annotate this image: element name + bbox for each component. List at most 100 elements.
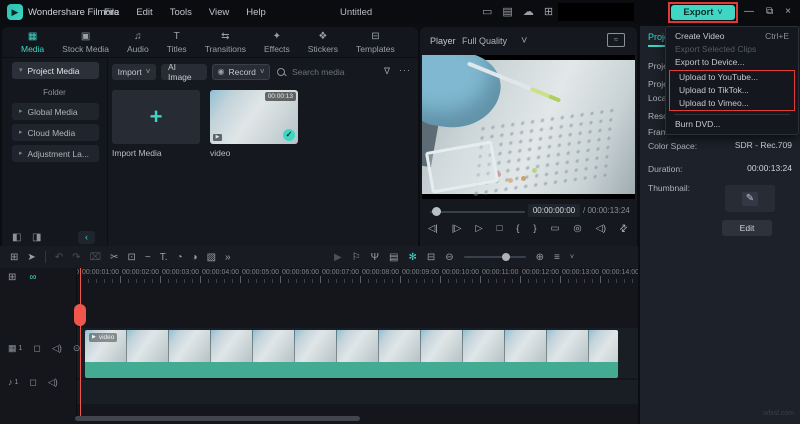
new-folder-icon[interactable]: ◧ <box>12 233 21 243</box>
tab-media[interactable]: ▦ Media <box>12 31 53 54</box>
menu-item-create-video[interactable]: Create Video Ctrl+E <box>666 30 798 43</box>
sidebar-item-cloud-media[interactable]: ▸ Cloud Media <box>12 124 99 141</box>
collapse-panel-icon[interactable]: ‹ <box>78 231 95 244</box>
edit-button[interactable]: Edit <box>722 220 772 236</box>
lock-icon[interactable]: ◻ <box>29 378 36 387</box>
tab-audio[interactable]: ♫ Audio <box>118 31 158 54</box>
scrubber-track[interactable] <box>430 211 525 213</box>
menu-view[interactable]: View <box>209 7 229 18</box>
zoom-in-icon[interactable]: ⊕ <box>536 252 544 263</box>
scopes-icon[interactable]: ≈ <box>607 33 625 47</box>
marker-icon[interactable]: ⚐ <box>352 252 361 263</box>
ai-image-button[interactable]: AI Image <box>161 62 207 82</box>
timeline-horizontal-scrollbar[interactable] <box>75 416 360 421</box>
mirror-display-icon[interactable]: ▭ <box>550 223 559 234</box>
video-track-icon[interactable]: ▦ <box>8 344 17 353</box>
tab-templates[interactable]: ⊟ Templates <box>347 31 404 54</box>
folder-icon[interactable]: ◨ <box>32 233 41 243</box>
timeline-video-clip[interactable]: ▶ video <box>85 330 618 378</box>
import-button[interactable]: Import ˅ <box>112 64 156 80</box>
record-button[interactable]: ◉ Record ˅ <box>212 64 270 80</box>
mixer-icon[interactable]: ▤ <box>389 252 398 263</box>
save-icon[interactable]: ▤ <box>502 6 512 18</box>
tab-stickers[interactable]: ❖ Stickers <box>299 31 347 54</box>
clip-thumbnail <box>547 330 589 362</box>
tab-stock-media[interactable]: ▣ Stock Media <box>53 31 118 54</box>
sidebar-item-global-media[interactable]: ▸ Global Media <box>12 103 99 120</box>
split-icon[interactable]: ✂ <box>110 252 118 263</box>
stop-icon[interactable]: □ <box>497 223 503 234</box>
more-options-icon[interactable]: ··· <box>399 66 411 75</box>
close-icon[interactable]: × <box>785 7 791 17</box>
minimize-icon[interactable]: — <box>744 7 754 17</box>
audio-track-lane[interactable] <box>77 380 638 404</box>
mute-icon[interactable]: ◁) <box>52 344 62 353</box>
lock-icon[interactable]: ◻ <box>33 344 40 353</box>
text-tool-icon[interactable]: T. <box>160 252 168 263</box>
layout-icon[interactable]: ▭ <box>482 6 492 18</box>
zoom-slider-handle[interactable] <box>501 253 510 261</box>
search-input[interactable] <box>290 66 389 78</box>
cloud-upload-icon[interactable]: ☁ <box>523 6 534 18</box>
menu-help[interactable]: Help <box>246 7 266 18</box>
menu-item-upload-to-vimeo-[interactable]: Upload to Vimeo... <box>670 97 794 110</box>
menu-item-export-to-device-[interactable]: Export to Device... <box>666 56 798 69</box>
crop-icon[interactable]: ⊡ <box>127 252 135 263</box>
sidebar-item-project-media[interactable]: ▾ Project Media <box>12 62 99 79</box>
mark-out-icon[interactable]: } <box>533 223 536 234</box>
ruler-label: 00:00:08:00 <box>362 269 399 276</box>
restore-icon[interactable]: ⧉ <box>766 7 773 17</box>
speed-icon[interactable]: ◔ <box>177 252 183 263</box>
scrubber-handle[interactable] <box>432 207 441 216</box>
titlebar-quick-icons: ▭ ▤ ☁ ⊞ <box>482 0 553 24</box>
menu-item-burn-dvd-[interactable]: Burn DVD... <box>666 118 798 131</box>
play-icon[interactable]: ▷ <box>475 223 482 234</box>
add-track-icon[interactable]: ⊞ <box>8 272 16 283</box>
import-media-tile[interactable]: + <box>112 90 200 144</box>
tab-label: Media <box>21 43 45 54</box>
menu-item-shortcut: Ctrl+E <box>765 31 789 41</box>
toolbox-icon[interactable]: ⊞ <box>10 252 18 263</box>
playhead-line[interactable] <box>80 268 81 416</box>
zoom-out-icon[interactable]: ⊖ <box>445 252 453 263</box>
link-icon[interactable]: ∞ <box>29 272 36 283</box>
mark-in-icon[interactable]: { <box>516 223 519 234</box>
snapshot-icon[interactable]: ◎ <box>573 223 581 234</box>
menu-item-upload-to-tiktok-[interactable]: Upload to TikTok... <box>670 84 794 97</box>
chroma-key-icon[interactable]: ▧ <box>207 252 216 263</box>
menu-edit[interactable]: Edit <box>136 7 152 18</box>
workspace-icon[interactable]: ⊞ <box>544 6 553 18</box>
step-back-icon[interactable]: ◁| <box>428 223 438 234</box>
sidebar-item-adjustment-la-[interactable]: ▸ Adjustment La... <box>12 145 99 162</box>
keyframe-icon[interactable]: ✻ <box>408 252 416 263</box>
tab-effects[interactable]: ✦ Effects <box>255 31 299 54</box>
speed-ramp-icon[interactable]: ~ <box>145 252 151 263</box>
export-button[interactable]: Export ˅ <box>671 5 735 20</box>
music-track-icon[interactable]: ♪ <box>8 378 13 387</box>
mute-icon[interactable]: ◁) <box>48 378 58 387</box>
preview-quality-icon[interactable]: ⊟ <box>427 252 435 263</box>
select-tool-icon[interactable]: ➤ <box>27 252 35 263</box>
thumbnail-edit-box[interactable]: ✎ <box>725 185 775 212</box>
menu-tools[interactable]: Tools <box>170 7 192 18</box>
zoom-slider[interactable] <box>463 253 526 261</box>
more-tools-icon[interactable]: » <box>225 252 231 263</box>
speaker-icon[interactable]: ◁) <box>596 223 606 234</box>
voiceover-icon[interactable]: Ψ <box>371 252 379 263</box>
step-forward-icon[interactable]: |▷ <box>452 223 462 234</box>
caret-right-icon: ▸ <box>19 150 23 157</box>
tab-transitions[interactable]: ⇆ Transitions <box>196 31 255 54</box>
track-manager-icon[interactable]: ≡ <box>554 252 560 263</box>
timeline-ruler[interactable]: 00:00:00:0000:00:01:0000:00:02:0000:00:0… <box>76 268 638 284</box>
ruler-label: 00:00:01:00 <box>82 269 119 276</box>
color-icon[interactable]: ◑ <box>192 252 198 263</box>
quality-dropdown[interactable]: Full Quality ˅ <box>462 36 527 47</box>
menu-file[interactable]: File <box>104 7 119 18</box>
fullscreen-icon[interactable]: ⇄ <box>617 222 630 235</box>
menu-item-upload-to-youtube-[interactable]: Upload to YouTube... <box>670 71 794 84</box>
playhead-handle[interactable] <box>74 304 86 326</box>
tab-titles[interactable]: T Titles <box>158 31 196 54</box>
video-media-tile[interactable]: 00:00:13 ▶ ✓ <box>210 90 298 144</box>
filter-icon[interactable]: ∇ <box>384 67 390 76</box>
chevron-down-icon[interactable]: ˅ <box>570 254 574 261</box>
